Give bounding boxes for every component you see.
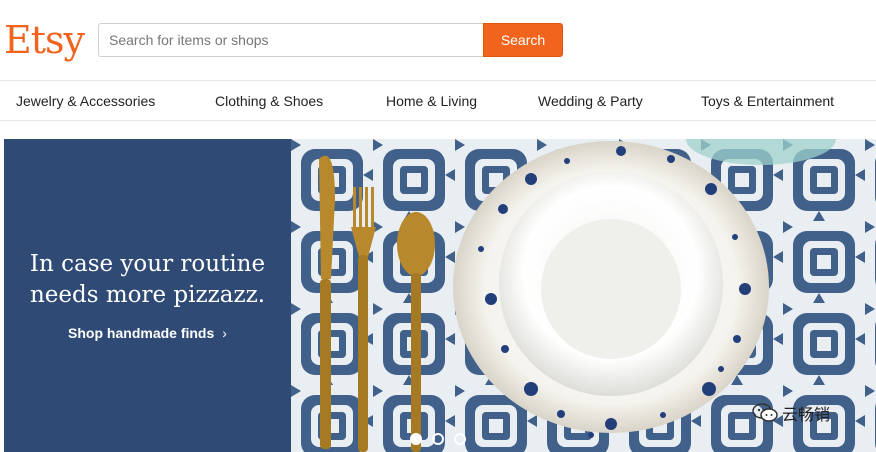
nav-item-clothing-shoes[interactable]: Clothing & Shoes (215, 81, 323, 121)
nav-item-home-living[interactable]: Home & Living (386, 81, 477, 121)
watermark: 云畅销 (752, 401, 830, 428)
search-input[interactable] (98, 23, 484, 57)
carousel-dot-3[interactable] (454, 433, 466, 445)
nav-item-wedding-party[interactable]: Wedding & Party (538, 81, 643, 121)
hero-text-panel: In case your routine needs more pizzazz.… (4, 139, 291, 452)
nav-item-toys-entertainment[interactable]: Toys & Entertainment (701, 81, 834, 121)
chevron-right-icon: › (222, 325, 227, 341)
search-button[interactable]: Search (483, 23, 563, 57)
nav-item-jewelry-accessories[interactable]: Jewelry & Accessories (16, 81, 155, 121)
wechat-icon (752, 403, 778, 428)
etsy-logo[interactable]: Etsy (4, 14, 85, 66)
category-nav: Jewelry & Accessories Clothing & Shoes H… (0, 80, 876, 121)
shop-handmade-link-label: Shop handmade finds (68, 325, 215, 341)
hero-headline: In case your routine needs more pizzazz. (4, 249, 291, 311)
carousel-dot-1[interactable] (410, 433, 422, 445)
hero-headline-line-1: In case your routine (29, 251, 266, 277)
carousel-dot-2[interactable] (432, 433, 444, 445)
watermark-text: 云畅销 (782, 407, 831, 424)
shop-handmade-link[interactable]: Shop handmade finds › (4, 325, 291, 341)
header: Etsy Search (0, 0, 876, 80)
hero-headline-line-2: needs more pizzazz. (29, 282, 266, 308)
hero-banner: In case your routine needs more pizzazz.… (4, 139, 876, 452)
